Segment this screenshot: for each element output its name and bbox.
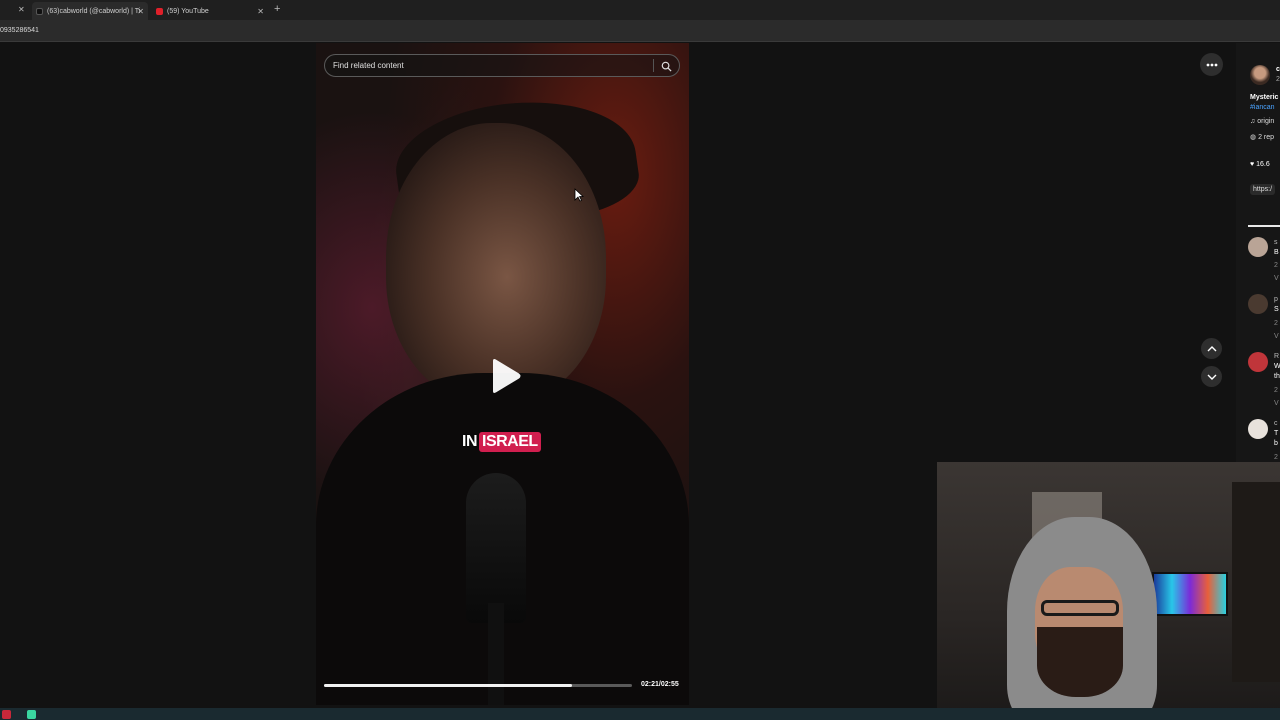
view-replies[interactable]: V — [1274, 333, 1279, 340]
sound-label: origin — [1257, 118, 1275, 125]
webcam-person-glasses — [1041, 600, 1119, 616]
caption-word-highlighted: ISRAEL — [479, 432, 541, 452]
mouse-cursor-icon — [574, 188, 584, 202]
comments-tab-indicator — [1248, 225, 1280, 227]
webcam-background-shelf — [1232, 482, 1280, 682]
like-count: 16.6 — [1256, 161, 1270, 168]
more-icon — [1206, 63, 1217, 66]
search-input[interactable] — [325, 55, 651, 76]
previous-video-button[interactable] — [1201, 338, 1222, 359]
reply-avatars-icon: ◍ — [1250, 134, 1257, 141]
comment-avatar[interactable] — [1248, 294, 1268, 314]
hashtag-link[interactable]: #iancan — [1250, 104, 1275, 111]
tab-label: (59) YouTube — [167, 7, 209, 15]
video-frame-mic-stand — [488, 603, 504, 705]
comment-text: B — [1274, 249, 1279, 256]
comment-meta: 2 — [1274, 320, 1278, 327]
video-details-sidebar: c 2 Mysteric #iancan ♫ origin ◍ 2 rep ♥ … — [1236, 43, 1280, 473]
comment-user[interactable]: c — [1274, 420, 1278, 427]
webcam-background-screen — [1152, 572, 1228, 616]
address-text: 0935286541 — [0, 27, 39, 34]
comment-text-line2: th — [1274, 373, 1280, 380]
search-button[interactable] — [658, 58, 674, 74]
video-frame-microphone — [466, 473, 526, 623]
webcam-person-beard — [1037, 627, 1123, 697]
browser-tab-bar: ✕ (63)cabworld (@cabworld) | Ti ✕ (59) Y… — [0, 0, 1280, 20]
author-avatar[interactable] — [1250, 65, 1270, 85]
comment-text: T — [1274, 430, 1279, 437]
view-replies[interactable]: V — [1274, 275, 1279, 282]
replies-label: 2 rep — [1258, 134, 1275, 141]
play-button[interactable] — [490, 358, 522, 394]
close-icon[interactable]: ✕ — [137, 7, 144, 16]
search-icon — [661, 61, 672, 72]
video-time: 02:21/02:55 — [641, 681, 679, 688]
author-subtext: 2 — [1276, 76, 1280, 83]
comment-meta: 2 — [1274, 454, 1278, 461]
comment-avatar[interactable] — [1248, 419, 1268, 439]
video-link[interactable]: https:/ — [1250, 184, 1276, 195]
os-taskbar — [0, 708, 1280, 720]
next-video-button[interactable] — [1201, 366, 1222, 387]
youtube-icon — [156, 7, 163, 15]
comment-text-line2: b — [1274, 440, 1278, 447]
comment-text: S — [1274, 306, 1279, 313]
comment-user[interactable]: R — [1274, 353, 1279, 360]
comment-meta: 2 — [1274, 262, 1278, 269]
new-tab-icon[interactable]: + — [274, 3, 280, 15]
tab-tiktok[interactable]: (63)cabworld (@cabworld) | Ti ✕ — [32, 2, 148, 20]
replies-row[interactable]: ◍ 2 rep — [1250, 133, 1274, 141]
address-bar[interactable]: 0935286541 — [0, 20, 1280, 42]
tab-youtube[interactable]: (59) YouTube ✕ — [152, 2, 268, 20]
tiktok-icon — [36, 7, 43, 15]
video-progress-bar[interactable] — [324, 684, 632, 687]
caption-word: IN — [462, 433, 478, 450]
app-icon[interactable] — [27, 710, 36, 719]
comment-user[interactable]: s — [1274, 239, 1278, 246]
view-replies[interactable]: V — [1274, 400, 1279, 407]
chevron-up-icon — [1207, 345, 1216, 351]
video-progress-fill — [324, 684, 572, 687]
author-name[interactable]: c — [1276, 66, 1280, 73]
chevron-down-icon — [1207, 374, 1216, 380]
like-row[interactable]: ♥ 16.6 — [1250, 161, 1270, 168]
comment-text: W — [1274, 363, 1280, 370]
video-caption: IN ISRAEL — [462, 430, 541, 454]
related-search-box — [324, 54, 680, 77]
music-note-icon: ♫ — [1250, 118, 1256, 125]
play-icon — [493, 359, 521, 393]
comment-user[interactable]: p — [1274, 296, 1278, 303]
close-tab-icon[interactable]: ✕ — [18, 5, 25, 14]
app-icon[interactable] — [2, 710, 11, 719]
video-description: Mysteric — [1250, 94, 1279, 101]
webcam-overlay — [937, 462, 1280, 720]
heart-icon: ♥ — [1250, 161, 1255, 168]
more-options-button[interactable] — [1200, 53, 1223, 76]
comment-avatar[interactable] — [1248, 237, 1268, 257]
comment-meta: 2 — [1274, 387, 1278, 394]
tab-label: (63)cabworld (@cabworld) | Ti — [47, 7, 141, 15]
sound-row[interactable]: ♫ origin — [1250, 118, 1274, 125]
search-divider — [653, 59, 654, 72]
close-icon[interactable]: ✕ — [257, 7, 264, 16]
comment-avatar[interactable] — [1248, 352, 1268, 372]
